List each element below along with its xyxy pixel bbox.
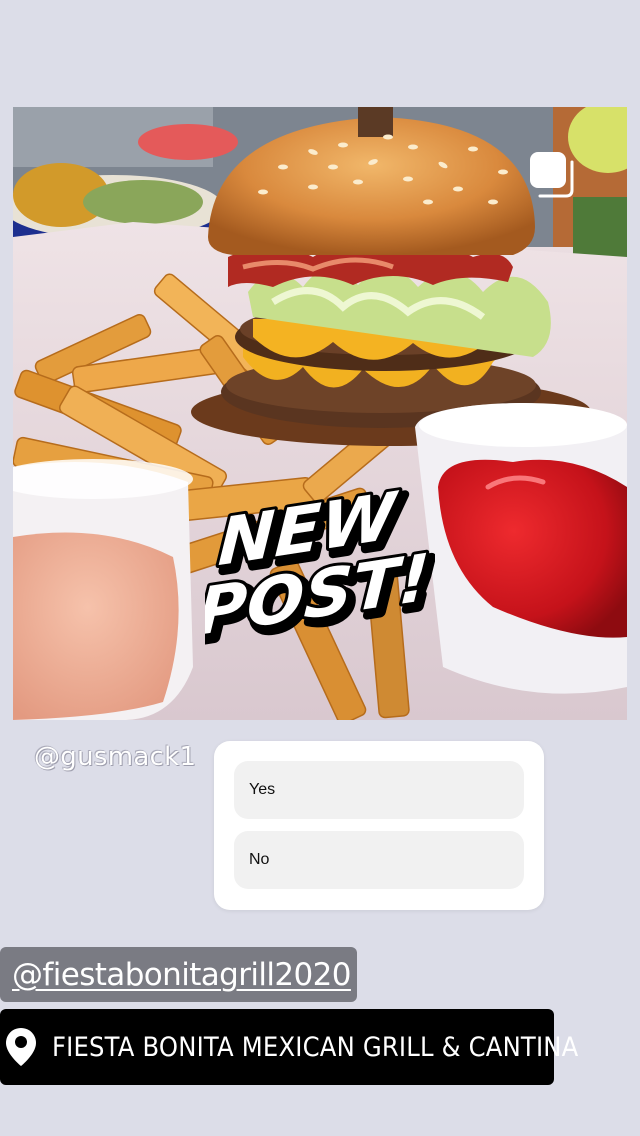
location-tag[interactable]: FIESTA BONITA MEXICAN GRILL & CANTINA (0, 1009, 578, 1085)
location-name: FIESTA BONITA MEXICAN GRILL & CANTINA (52, 1031, 579, 1063)
account-handle[interactable]: @fiestabonitagrill2020 (12, 957, 352, 993)
new-post-sticker: NEW NEW NEW POST! POST! POST! (205, 480, 435, 650)
poll-option-yes[interactable]: Yes (234, 761, 524, 819)
account-mention-tag[interactable]: @fiestabonitagrill2020 (0, 947, 357, 1002)
gallery-icon[interactable] (528, 150, 580, 202)
mention-handle[interactable]: @gusmack1 (34, 742, 196, 772)
poll-sticker: Yes No (214, 741, 544, 910)
location-pin-icon (6, 1028, 36, 1066)
instagram-story: NEW NEW NEW POST! POST! POST! @gusmack1 … (0, 0, 640, 1136)
poll-option-no[interactable]: No (234, 831, 524, 889)
